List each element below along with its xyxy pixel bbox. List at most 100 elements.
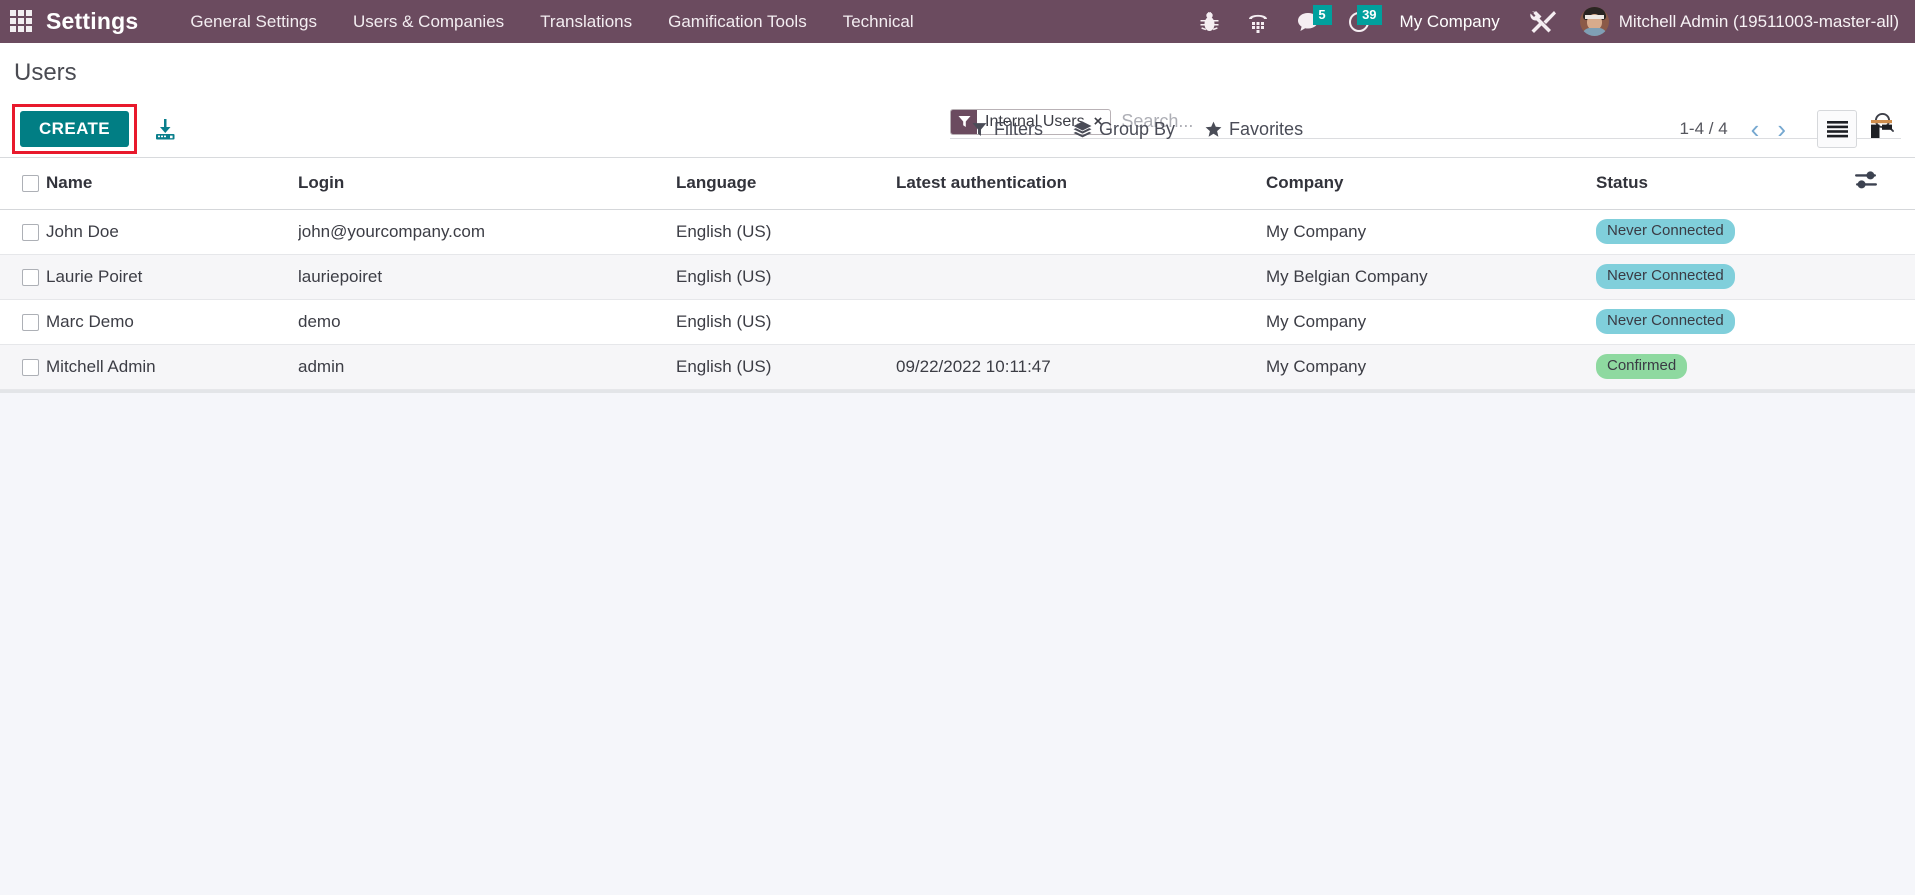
column-header-login[interactable]: Login [298, 158, 676, 210]
bug-icon[interactable] [1186, 0, 1233, 43]
cell-latest-authentication [896, 209, 1266, 255]
kanban-view-button[interactable] [1861, 110, 1901, 148]
cell-latest-authentication [896, 254, 1266, 300]
table-row[interactable]: Laurie Poiret lauriepoiret English (US) … [0, 254, 1915, 300]
column-header-latest-authentication[interactable]: Latest authentication [896, 158, 1266, 210]
list-view-button[interactable] [1817, 110, 1857, 148]
avatar [1579, 7, 1609, 36]
cell-optional [1855, 299, 1915, 345]
search-options: Filters Group By Favorites [972, 119, 1303, 140]
sliders-toggle-icon[interactable] [1855, 170, 1877, 190]
group-by-label: Group By [1099, 118, 1176, 139]
voip-dialpad-icon[interactable] [1233, 0, 1283, 43]
table-body: John Doe john@yourcompany.com English (U… [0, 209, 1915, 390]
activities-counter: 39 [1357, 5, 1382, 25]
import-download-icon[interactable] [153, 117, 177, 141]
status-badge: Never Connected [1596, 264, 1735, 289]
users-list-view: Name Login Language Latest authenticatio… [0, 158, 1915, 393]
filter-funnel-icon [972, 122, 987, 137]
create-zone: CREATE [12, 103, 177, 155]
status-badge: Confirmed [1596, 354, 1688, 379]
cell-language: English (US) [676, 209, 896, 255]
page-background [0, 393, 1915, 863]
cell-language: English (US) [676, 254, 896, 300]
optional-columns-header [1855, 158, 1915, 210]
row-checkbox[interactable] [22, 268, 39, 286]
activities-clock-icon[interactable]: 39 [1334, 0, 1384, 43]
favorites-dropdown[interactable]: Favorites [1205, 119, 1303, 140]
messaging-icon[interactable]: 5 [1283, 0, 1334, 43]
cell-latest-authentication: 09/22/2022 10:11:47 [896, 344, 1266, 390]
favorites-label: Favorites [1229, 118, 1304, 139]
pager-value[interactable]: 1-4 / 4 [1679, 119, 1727, 139]
menu-gamification-tools[interactable]: Gamification Tools [650, 0, 825, 43]
messaging-counter: 5 [1312, 5, 1332, 25]
menu-technical[interactable]: Technical [825, 0, 932, 43]
user-menu-label: Mitchell Admin (19511003-master-all) [1618, 11, 1899, 31]
control-panel-right: 1-4 / 4 ‹ › [1679, 110, 1901, 148]
systray: 5 39 [1186, 0, 1384, 43]
row-select-cell [0, 299, 46, 345]
select-all-header [0, 158, 46, 210]
column-header-name[interactable]: Name [46, 158, 298, 210]
table-row[interactable]: Mitchell Admin admin English (US) 09/22/… [0, 344, 1915, 390]
cell-company: My Company [1266, 209, 1596, 255]
row-select-cell [0, 254, 46, 300]
table-header: Name Login Language Latest authenticatio… [0, 158, 1915, 210]
cell-login: john@yourcompany.com [298, 209, 676, 255]
cell-name: John Doe [46, 209, 298, 255]
company-switcher[interactable]: My Company [1384, 12, 1516, 32]
breadcrumb[interactable]: Users [14, 43, 77, 87]
pager-next-button[interactable]: › [1768, 116, 1795, 142]
cell-status: Never Connected [1596, 254, 1855, 300]
cell-status: Never Connected [1596, 299, 1855, 345]
view-switcher [1817, 110, 1901, 148]
column-header-language[interactable]: Language [676, 158, 896, 210]
menu-users-companies[interactable]: Users & Companies [335, 0, 522, 43]
column-header-company[interactable]: Company [1266, 158, 1596, 210]
row-checkbox[interactable] [22, 223, 39, 241]
row-checkbox[interactable] [22, 358, 39, 376]
top-navbar: Settings General Settings Users & Compan… [0, 0, 1915, 43]
cell-name: Laurie Poiret [46, 254, 298, 300]
status-badge: Never Connected [1596, 309, 1735, 334]
filters-label: Filters [994, 118, 1043, 139]
menu-general-settings[interactable]: General Settings [172, 0, 335, 43]
select-all-checkbox[interactable] [22, 174, 39, 192]
app-brand-settings[interactable]: Settings [46, 8, 138, 35]
pager-previous-button[interactable]: ‹ [1742, 116, 1769, 142]
filters-dropdown[interactable]: Filters [972, 119, 1043, 140]
create-button-highlight: CREATE [12, 103, 138, 155]
status-badge: Never Connected [1596, 219, 1735, 244]
cell-login: admin [298, 344, 676, 390]
cell-language: English (US) [676, 344, 896, 390]
cell-company: My Company [1266, 344, 1596, 390]
tools-wrench-icon[interactable] [1516, 0, 1570, 43]
control-panel-top-row: Users [14, 43, 1901, 101]
menu-translations[interactable]: Translations [522, 0, 650, 43]
cell-status: Never Connected [1596, 209, 1855, 255]
cell-login: demo [298, 299, 676, 345]
group-by-dropdown[interactable]: Group By [1073, 119, 1175, 140]
create-button[interactable]: CREATE [20, 110, 130, 148]
row-checkbox[interactable] [22, 313, 39, 331]
table-header-row: Name Login Language Latest authenticatio… [0, 158, 1915, 210]
cell-status: Confirmed [1596, 344, 1855, 390]
users-table: Name Login Language Latest authenticatio… [0, 158, 1915, 390]
cell-optional [1855, 209, 1915, 255]
star-icon [1205, 121, 1222, 138]
cell-login: lauriepoiret [298, 254, 676, 300]
control-panel: Users Internal Users × CREATE [0, 43, 1915, 158]
cell-company: My Belgian Company [1266, 254, 1596, 300]
column-header-status[interactable]: Status [1596, 158, 1855, 210]
cell-company: My Company [1266, 299, 1596, 345]
cell-language: English (US) [676, 299, 896, 345]
apps-grid-icon[interactable] [10, 9, 34, 34]
row-select-cell [0, 209, 46, 255]
table-row[interactable]: Marc Demo demo English (US) My Company N… [0, 299, 1915, 345]
cell-name: Mitchell Admin [46, 344, 298, 390]
table-row[interactable]: John Doe john@yourcompany.com English (U… [0, 209, 1915, 255]
layers-stack-icon [1073, 121, 1092, 138]
user-menu[interactable]: Mitchell Admin (19511003-master-all) [1570, 7, 1915, 36]
cell-optional [1855, 254, 1915, 300]
